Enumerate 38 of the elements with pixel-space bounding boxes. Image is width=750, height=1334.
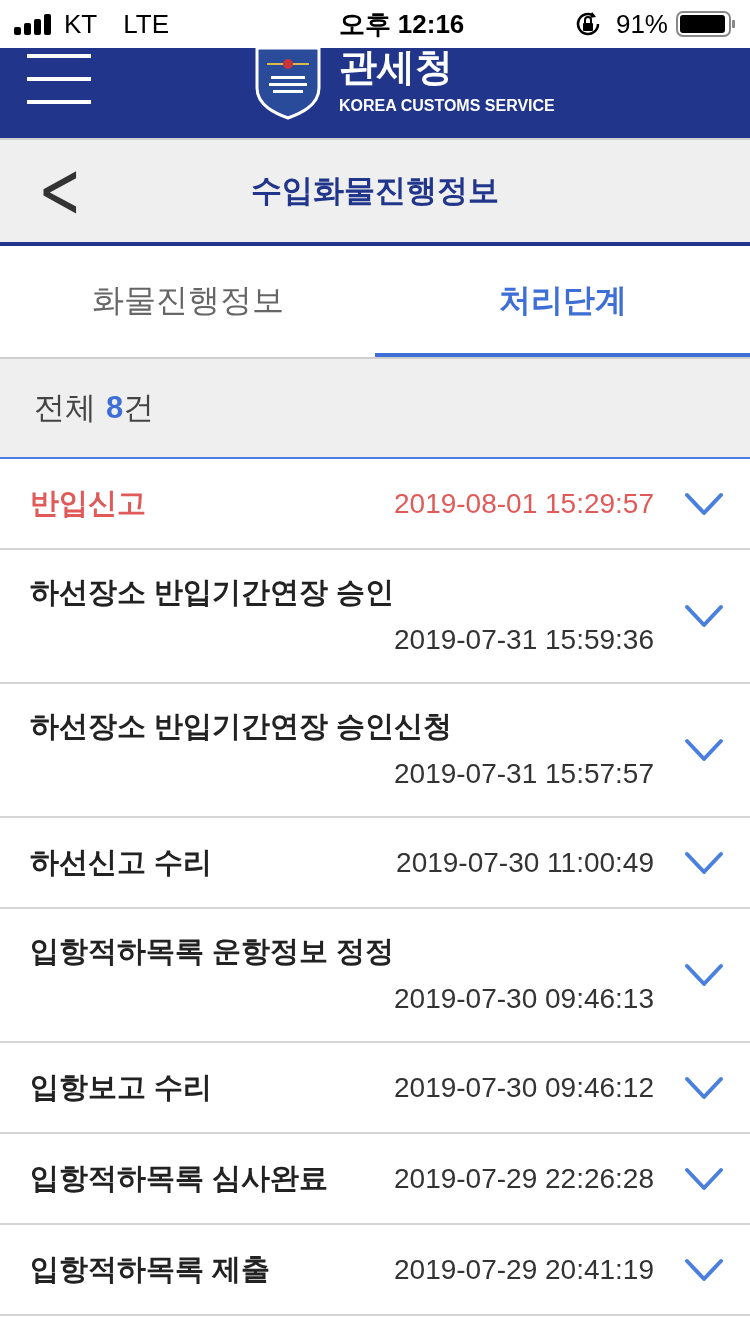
- step-name: 하선신고 수리: [30, 845, 213, 878]
- brand-subtitle: KOREA CUSTOMS SERVICE: [339, 96, 555, 116]
- step-time: 2019-07-31 15:57:57: [394, 756, 654, 791]
- step-time: 2019-07-30 09:46:12: [394, 1070, 654, 1105]
- step-name: 입항적하목록 심사완료: [30, 1161, 329, 1194]
- step-time: 2019-07-29 22:26:28: [394, 1161, 654, 1196]
- chevron-down-icon[interactable]: [684, 1165, 724, 1192]
- step-name: 입항적하목록 운항정보 정정: [30, 935, 395, 968]
- clock: 오후 12:16: [338, 7, 465, 41]
- step-time: 2019-08-01 15:29:57: [394, 486, 654, 521]
- chevron-down-icon[interactable]: [684, 490, 724, 517]
- chevron-down-icon[interactable]: [684, 1074, 724, 1101]
- step-name: 입항보고 수리: [30, 1070, 213, 1103]
- battery-percent: 91%: [615, 7, 668, 41]
- chevron-down-icon[interactable]: [684, 1256, 724, 1283]
- step-time: 2019-07-31 15:59:36: [394, 622, 654, 657]
- chevron-down-icon[interactable]: [684, 737, 724, 763]
- network-type: LTE: [123, 7, 169, 41]
- count-unit: 건: [123, 388, 155, 427]
- chevron-down-icon[interactable]: [684, 603, 724, 629]
- page-title: 수입화물진행정보: [251, 171, 499, 210]
- total-count: 8: [106, 388, 124, 427]
- step-name: 하선장소 반입기간연장 승인신청: [30, 710, 453, 743]
- total-label: 전체: [34, 388, 96, 427]
- back-button[interactable]: <: [38, 148, 82, 232]
- step-name: 반입신고: [30, 486, 146, 519]
- step-time: 2019-07-30 11:00:49: [396, 845, 654, 880]
- brand-title: 관세청: [339, 48, 454, 86]
- step-name: 하선장소 반입기간연장 승인: [30, 576, 395, 609]
- step-name: 입항적하목록 제출: [30, 1252, 271, 1285]
- step-time: 2019-07-30 09:46:13: [394, 981, 654, 1016]
- chevron-down-icon[interactable]: [684, 962, 724, 988]
- step-time: 2019-07-29 20:41:19: [394, 1252, 654, 1287]
- chevron-down-icon[interactable]: [684, 849, 724, 876]
- tab[interactable]: 화물진행정보: [0, 246, 375, 357]
- menu-button[interactable]: [27, 54, 91, 104]
- battery-icon: [676, 11, 736, 37]
- carrier: KT: [64, 7, 98, 41]
